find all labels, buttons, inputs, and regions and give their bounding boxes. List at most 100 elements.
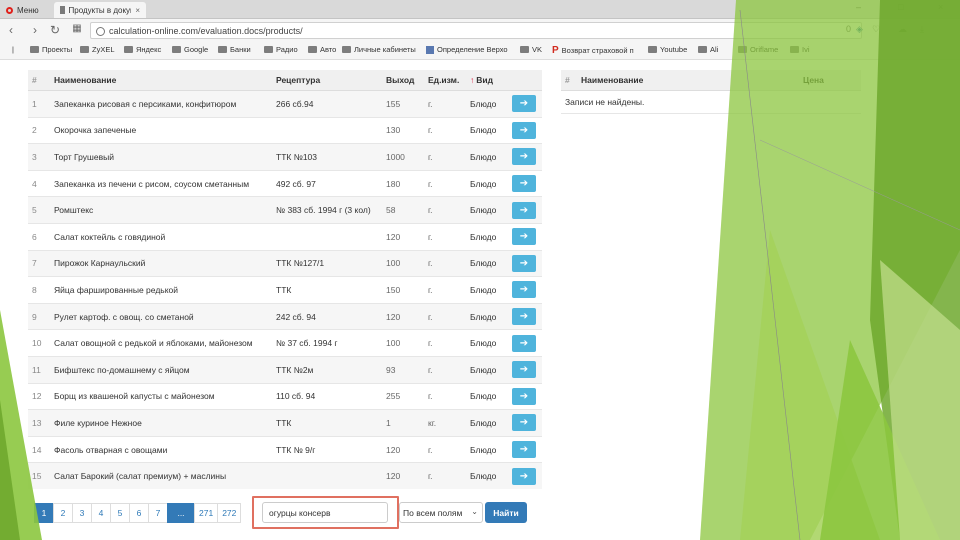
chevron-down-icon: ⌄	[471, 507, 478, 516]
col-header-kind[interactable]: ↑ Вид	[466, 70, 508, 91]
page-link[interactable]: 271	[194, 503, 219, 523]
page-link[interactable]: 6	[129, 503, 149, 523]
bookmark-item[interactable]: Ali	[698, 45, 718, 54]
row-num: 12	[28, 382, 50, 410]
bookmark-item[interactable]: Определение Верхо	[426, 45, 508, 54]
add-to-list-button[interactable]: ➔	[512, 441, 536, 459]
folder-icon	[218, 46, 227, 53]
shield-icon[interactable]: ◈	[856, 24, 863, 35]
bookmark-item[interactable]: P Возврат страховой п	[552, 45, 634, 56]
table-row[interactable]: 13 Филе куриное Нежное ТТК 1 кг. Блюдо ➔	[28, 409, 542, 437]
col-header-unit[interactable]: Ед.изм.	[424, 70, 466, 91]
add-to-list-button[interactable]: ➔	[512, 228, 536, 246]
row-num: 1	[28, 90, 50, 118]
col-header-num[interactable]: #	[28, 70, 50, 91]
page-link[interactable]: 272	[217, 503, 242, 523]
heart-icon[interactable]: ♡	[872, 24, 880, 35]
table-row[interactable]: 15 Салат Барокий (салат премиум) + маслин…	[28, 462, 542, 489]
search-input[interactable]	[262, 502, 388, 523]
table-row[interactable]: 9 Рулет картоф. с овощ. со сметаной 242 сб…	[28, 302, 542, 330]
bookmark-label: Ivi	[802, 45, 810, 54]
table-row[interactable]: 2 Окорочка запеченые 130 г. Блюдо ➔	[28, 116, 542, 144]
pagination: 1 2 3 4 5 6 7... 271 272	[34, 503, 242, 523]
row-kind: Блюдо	[466, 143, 508, 171]
speed-dial-icon[interactable]: ▦	[70, 23, 84, 34]
add-to-list-button[interactable]: ➔	[512, 121, 536, 139]
add-to-list-button[interactable]: ➔	[512, 414, 536, 432]
bookmark-item[interactable]: Личные кабинеты	[342, 45, 416, 54]
page-link[interactable]: 2	[53, 503, 73, 523]
col-header-recipe[interactable]: Рецептура	[272, 70, 382, 91]
row-unit: г.	[424, 249, 466, 277]
page-ellipsis[interactable]: ...	[167, 503, 195, 523]
bookmark-item[interactable]: Банки	[218, 45, 251, 54]
bookmark-item[interactable]: Авто	[308, 45, 336, 54]
sel-col-header-price[interactable]: Цена	[799, 70, 861, 91]
table-row[interactable]: 3 Торт Грушевый ТТК №103 1000 г. Блюдо ➔	[28, 143, 542, 171]
folder-icon	[308, 46, 317, 53]
page-link[interactable]: 7	[148, 503, 168, 523]
bookmark-item[interactable]: Радио	[264, 45, 298, 54]
table-row[interactable]: 14 Фасоль отварная с овощами ТТК № 9/г 120 г…	[28, 435, 542, 463]
bookmark-item[interactable]: Проекты	[30, 45, 72, 54]
table-row[interactable]: 7 Пирожок Карнаульский ТТК №127/1 100 г. Блюд…	[28, 249, 542, 277]
add-to-list-button[interactable]: ➔	[512, 95, 536, 113]
row-action-cell: ➔	[508, 329, 542, 357]
bookmark-item[interactable]: ZyXEL	[80, 45, 115, 54]
search-scope-select[interactable]: По всем полям ⌄	[399, 502, 483, 523]
add-to-list-button[interactable]: ➔	[512, 254, 536, 272]
table-row[interactable]: 5 Ромштекс № 383 сб. 1994 г (3 кол) 58 г. Блю…	[28, 196, 542, 224]
tab-close-icon[interactable]: ×	[135, 6, 140, 15]
download-icon[interactable]: ⤓	[920, 24, 924, 35]
document-icon	[60, 6, 65, 14]
maximize-icon[interactable]: □	[898, 2, 903, 12]
browser-menu-button[interactable]: Меню	[0, 2, 52, 18]
col-header-name[interactable]: Наименование	[50, 70, 272, 91]
back-icon[interactable]: ‹	[4, 23, 18, 37]
tab-products[interactable]: Продукты в документе ×	[54, 2, 146, 18]
page-link[interactable]: 3	[72, 503, 92, 523]
add-to-list-button[interactable]: ➔	[512, 361, 536, 379]
bookmark-item[interactable]: Oriflame	[738, 45, 778, 54]
col-header-yield[interactable]: Выход	[382, 70, 424, 91]
table-row[interactable]: 10 Салат овощной с редькой и яблоками, ма…	[28, 329, 542, 357]
sel-col-header-num[interactable]: #	[561, 70, 577, 91]
p-icon: P	[552, 45, 559, 56]
folder-icon	[520, 46, 529, 53]
add-to-list-button[interactable]: ➔	[512, 334, 536, 352]
table-row[interactable]: 1 Запеканка рисовая с персиками, конфитюр…	[28, 90, 542, 118]
add-to-list-button[interactable]: ➔	[512, 308, 536, 326]
row-name: Пирожок Карнаульский	[50, 249, 272, 277]
page-link[interactable]: 1	[34, 503, 54, 523]
table-row[interactable]: 12 Борщ из квашеной капусты с майонезом 11…	[28, 382, 542, 410]
url-field[interactable]: calculation-online.com/evaluation.docs/p…	[90, 22, 862, 39]
add-to-list-button[interactable]: ➔	[512, 148, 536, 166]
table-row[interactable]: 4 Запеканка из печени с рисом, соусом сме…	[28, 169, 542, 197]
minimize-icon[interactable]: –	[856, 2, 861, 12]
add-to-list-button[interactable]: ➔	[512, 175, 536, 193]
bookmark-label: VK	[532, 45, 543, 54]
row-yield: 93	[382, 355, 424, 384]
add-to-list-button[interactable]: ➔	[512, 387, 536, 405]
sel-col-header-name[interactable]: Наименование	[577, 70, 799, 91]
close-window-icon[interactable]: ×	[938, 2, 943, 12]
bookmark-item[interactable]: Google	[172, 45, 208, 54]
page-link[interactable]: 4	[91, 503, 111, 523]
row-kind: Блюдо	[466, 302, 508, 330]
table-row[interactable]: 11 Бифштекс по-домашнему с яйцом ТТК №2м 93…	[28, 355, 542, 384]
add-to-list-button[interactable]: ➔	[512, 467, 536, 485]
add-to-list-button[interactable]: ➔	[512, 201, 536, 219]
bookmark-item[interactable]: Youtube	[648, 45, 687, 54]
forward-icon[interactable]: ›	[28, 23, 42, 37]
find-button[interactable]: Найти	[485, 502, 527, 523]
table-row[interactable]: 6 Салат коктейль с говядиной 120 г. Блюдо ➔	[28, 222, 542, 251]
add-to-list-button[interactable]: ➔	[512, 281, 536, 299]
bookmark-item[interactable]: Ivi	[790, 45, 810, 54]
bookmark-item[interactable]: VK	[520, 45, 542, 54]
deco-triangle-peak	[820, 340, 940, 540]
bookmark-item[interactable]: Яндекс	[124, 45, 161, 54]
reload-icon[interactable]: ↻	[48, 23, 62, 37]
cloud-icon[interactable]: ☁	[898, 24, 907, 35]
table-row[interactable]: 8 Яйца фаршированные редькой ТТК 150 г. Блюдо…	[28, 276, 542, 304]
page-link[interactable]: 5	[110, 503, 130, 523]
